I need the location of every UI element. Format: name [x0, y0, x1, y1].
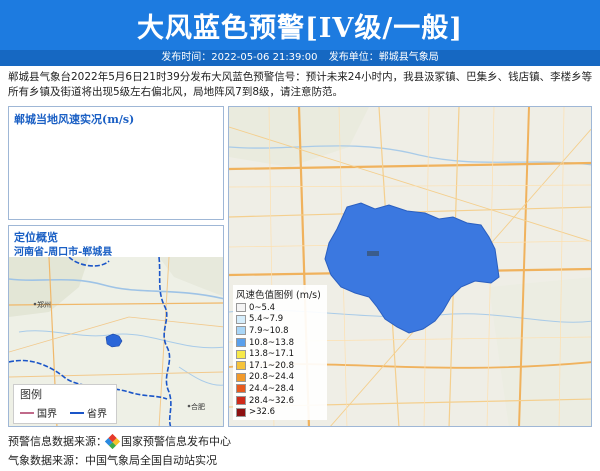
scale-label: 5.4~7.9: [249, 314, 284, 325]
legend-item-provincial-border: 省界: [70, 405, 107, 420]
map-label-zhengzhou: 郑州: [37, 301, 51, 309]
scale-item: 13.8~17.1: [236, 348, 324, 360]
scale-item: 10.8~13.8: [236, 337, 324, 349]
warning-meta-bar: 发布时间：2022-05-06 21:39:00 发布单位：郸城县气象局: [0, 50, 600, 66]
scale-swatch: [236, 303, 246, 313]
scale-label: 13.8~17.1: [249, 349, 294, 360]
scale-item: 0~5.4: [236, 302, 324, 314]
scale-item: 7.9~10.8: [236, 325, 324, 337]
wind-speed-color-scale: 风速色值图例 (m/s) 0~5.4 5.4~7.9 7.9~10.8 10.8~13…: [233, 285, 327, 420]
scale-title: 风速色值图例 (m/s): [236, 290, 321, 301]
scale-item: 5.4~7.9: [236, 314, 324, 326]
scale-label: 20.8~24.4: [249, 372, 294, 383]
national-border-line-icon: [20, 411, 34, 414]
scale-swatch: [236, 396, 246, 406]
warning-title: 大风蓝色预警[IV级/一般]: [137, 13, 463, 44]
warning-center-logo-icon: [104, 433, 121, 449]
location-overview-panel: 定位概览 河南省-周口市-郸城县 郑州 合肥 图例 国界 省界: [8, 225, 224, 427]
wind-speed-panel: 郸城当地风速实况(m/s): [8, 106, 224, 220]
map-legend: 图例 国界 省界: [13, 384, 117, 424]
provincial-border-line-icon: [70, 411, 84, 414]
scale-label: >32.6: [249, 407, 276, 418]
map-label-hefei: 合肥: [191, 402, 205, 411]
scale-swatch: [236, 326, 246, 336]
scale-item: 20.8~24.4: [236, 372, 324, 384]
warning-description: 郸城县气象台2022年5月6日21时39分发布大风蓝色预警信号：预计未来24小时…: [8, 71, 593, 98]
scale-label: 24.4~28.4: [249, 383, 294, 394]
scale-label: 0~5.4: [249, 302, 276, 313]
publish-time: 发布时间：2022-05-06 21:39:00: [161, 52, 318, 63]
scale-swatch: [236, 384, 246, 394]
scale-item: >32.6: [236, 406, 324, 418]
warning-source-name[interactable]: 国家预警信息发布中心: [121, 433, 231, 449]
legend-item-national-border: 国界: [20, 405, 57, 420]
scale-swatch: [236, 349, 246, 359]
scale-label: 17.1~20.8: [249, 360, 294, 371]
scale-swatch: [236, 338, 246, 348]
publish-unit: 发布单位：郸城县气象局: [328, 52, 439, 63]
location-path: 河南省-周口市-郸城县: [14, 247, 113, 258]
scale-label: 7.9~10.8: [249, 325, 289, 336]
warning-source-line: 预警信息数据来源： 国家预警信息发布中心: [8, 433, 231, 449]
warning-header: 大风蓝色预警[IV级/一般] 发布时间：2022-05-06 21:39:00 …: [0, 0, 600, 66]
scale-item: 24.4~28.4: [236, 383, 324, 395]
scale-swatch: [236, 372, 246, 382]
warning-source-label: 预警信息数据来源：: [8, 435, 107, 448]
weather-source-text: 气象数据来源：中国气象局全国自动站实况: [8, 454, 217, 467]
scale-label: 28.4~32.6: [249, 395, 294, 406]
scale-label: 10.8~13.8: [249, 337, 294, 348]
scale-item: 28.4~32.6: [236, 395, 324, 407]
scale-item: 17.1~20.8: [236, 360, 324, 372]
scale-swatch: [236, 407, 246, 417]
weather-source-line: 气象数据来源：中国气象局全国自动站实况: [8, 452, 217, 468]
scale-swatch: [236, 361, 246, 371]
map-legend-title: 图例: [20, 388, 42, 401]
wind-panel-title: 郸城当地风速实况(m/s): [14, 113, 135, 126]
scale-swatch: [236, 314, 246, 324]
warning-area-map-panel: 风速色值图例 (m/s) 0~5.4 5.4~7.9 7.9~10.8 10.8~13…: [228, 106, 592, 427]
